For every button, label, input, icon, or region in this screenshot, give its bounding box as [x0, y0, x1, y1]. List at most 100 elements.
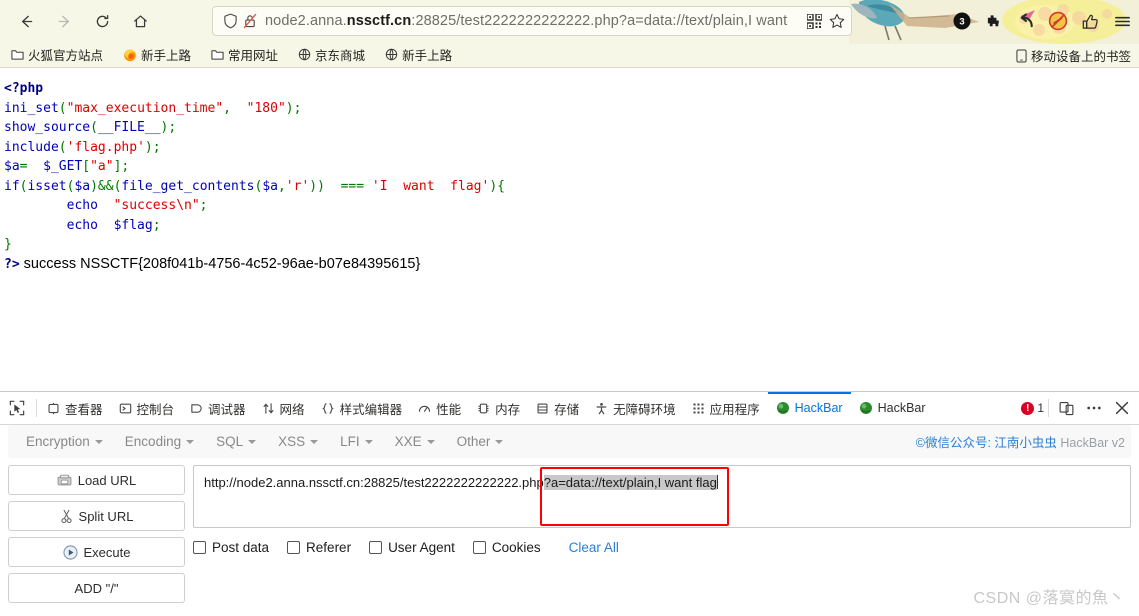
application-icon — [693, 402, 704, 414]
forward-button[interactable] — [48, 5, 80, 37]
bookmark-item-1[interactable]: 新手上路 — [120, 43, 194, 66]
reload-button[interactable] — [86, 5, 118, 37]
more-options-icon — [1087, 406, 1101, 410]
qr-code-icon[interactable] — [807, 13, 822, 29]
close-devtools-button[interactable] — [1109, 395, 1135, 421]
tab-hackbar-second[interactable]: HackBar — [851, 392, 934, 424]
code-token: "180" — [246, 100, 286, 116]
code-token: echo — [4, 198, 114, 213]
element-picker-button[interactable] — [0, 392, 34, 424]
php-close-tag: ?> — [4, 256, 20, 272]
tracking-protection-shield-icon[interactable] — [223, 13, 238, 29]
bookmarks-bar: 火狐官方站点 新手上路 常用网址 京东商城 新手上路 移动设备上的书签 — [0, 42, 1139, 68]
reload-icon — [96, 14, 108, 27]
tab-style-editor[interactable]: 样式编辑器 — [313, 392, 411, 424]
code-token: isset — [27, 178, 67, 194]
adblock-icon[interactable] — [1043, 6, 1073, 36]
back-arrow-icon — [21, 15, 32, 27]
tab-accessibility[interactable]: 无障碍环境 — [587, 392, 684, 424]
brand-suffix: HackBar v2 — [1056, 436, 1125, 450]
more-options-button[interactable] — [1081, 395, 1107, 421]
error-badge-icon: ! — [1021, 401, 1035, 415]
hackbar-url-area: http://node2.anna.nssctf.cn:28825/test22… — [193, 465, 1131, 603]
tab-label: HackBar — [794, 401, 843, 415]
load-url-button[interactable]: Load URL — [8, 465, 185, 495]
code-token: file_get_contents — [121, 178, 255, 194]
tab-label: 内存 — [495, 402, 521, 417]
clear-all-link[interactable]: Clear All — [569, 540, 619, 555]
tab-label: 查看器 — [65, 402, 103, 417]
checkbox-referer[interactable]: Referer — [287, 540, 351, 555]
menu-lfi[interactable]: LFI — [330, 430, 383, 453]
menu-label: SQL — [216, 434, 244, 449]
tab-network[interactable]: 网络 — [254, 392, 313, 424]
code-token: "a" — [90, 159, 114, 174]
bookmark-mobile-label: 移动设备上的书签 — [1030, 50, 1131, 64]
console-icon — [119, 403, 131, 413]
hackbar-panel: Encryption Encoding SQL XSS LFI XXE Othe… — [0, 425, 1139, 616]
split-url-button[interactable]: Split URL — [8, 501, 185, 531]
scissors-icon — [60, 509, 72, 523]
broken-lock-icon[interactable] — [243, 13, 257, 29]
url-bar[interactable]: node2.anna.nssctf.cn:28825/test222222222… — [212, 6, 852, 36]
network-icon — [263, 402, 274, 414]
folder-icon — [211, 50, 224, 60]
tab-label: 调试器 — [208, 402, 246, 417]
hackbar-option-checkboxes: Post data Referer User Agent Cookies Cle… — [193, 540, 1131, 555]
tab-debugger[interactable]: 调试器 — [182, 392, 254, 424]
app-menu-icon[interactable] — [1107, 6, 1137, 36]
tab-application[interactable]: 应用程序 — [684, 392, 768, 424]
extension-puzzle-icon[interactable] — [979, 6, 1009, 36]
checkbox-cookies[interactable]: Cookies — [472, 540, 541, 555]
add-slash-button[interactable]: ADD "/" — [8, 573, 185, 603]
tab-performance[interactable]: 性能 — [410, 392, 469, 424]
tab-inspector[interactable]: 查看器 — [39, 392, 111, 424]
back-button[interactable] — [10, 5, 42, 37]
code-token: ( — [58, 100, 67, 116]
checkbox-user-agent[interactable]: User Agent — [369, 540, 455, 555]
tab-hackbar-active[interactable]: HackBar — [768, 392, 851, 424]
save-to-pocket-icon[interactable] — [1075, 6, 1105, 36]
url-text[interactable]: node2.anna.nssctf.cn:28825/test222222222… — [265, 13, 805, 29]
menu-label: LFI — [340, 434, 360, 449]
bookmark-item-4[interactable]: 新手上路 — [382, 43, 455, 66]
checkbox-label: Referer — [306, 540, 352, 555]
menu-sql[interactable]: SQL — [206, 430, 266, 453]
code-line: $a= $_GET["a"]; — [4, 157, 1139, 177]
bookmark-item-0[interactable]: 火狐官方站点 — [8, 43, 106, 66]
code-token: ( — [58, 139, 67, 155]
toolbar-divider — [36, 399, 37, 417]
account-icon[interactable]: 3 — [947, 6, 977, 36]
tab-memory[interactable]: 内存 — [469, 392, 528, 424]
bookmark-mobile-folder[interactable]: 移动设备上的书签 — [1016, 46, 1131, 65]
code-token: ( — [90, 120, 98, 135]
devtools-tabbar: 查看器 控制台 调试器 网络 样式编辑器 性能 内存 存储 无障碍环境 应用程序… — [0, 392, 1139, 425]
bookmark-item-3[interactable]: 京东商城 — [295, 43, 368, 66]
code-line: echo $flag; — [4, 216, 1139, 236]
responsive-design-mode-button[interactable] — [1053, 395, 1079, 421]
menu-encoding[interactable]: Encoding — [115, 430, 204, 453]
undo-arrow-icon[interactable] — [1011, 6, 1041, 36]
svg-text:3: 3 — [959, 17, 964, 28]
code-line: echo "success\n"; — [4, 196, 1139, 216]
error-count-badge[interactable]: ! 1 — [1021, 401, 1044, 415]
bookmark-star-icon[interactable] — [829, 13, 845, 29]
bookmark-item-2[interactable]: 常用网址 — [208, 43, 281, 66]
menu-xss[interactable]: XSS — [268, 430, 328, 453]
menu-xxe[interactable]: XXE — [385, 430, 445, 453]
tab-storage[interactable]: 存储 — [528, 392, 587, 424]
button-label: ADD "/" — [74, 580, 119, 596]
chevron-down-icon — [310, 439, 319, 444]
hackbar-icon — [776, 402, 789, 414]
bookmark-label: 新手上路 — [141, 49, 192, 63]
button-label: Execute — [83, 544, 131, 560]
hackbar-url-input[interactable]: http://node2.anna.nssctf.cn:28825/test22… — [193, 465, 1131, 528]
checkbox-post-data[interactable]: Post data — [193, 540, 269, 555]
execute-button[interactable]: Execute — [8, 537, 185, 567]
home-button[interactable] — [124, 5, 156, 37]
menu-encryption[interactable]: Encryption — [16, 430, 113, 453]
menu-other[interactable]: Other — [447, 430, 514, 453]
tab-console[interactable]: 控制台 — [111, 392, 183, 424]
screenshot-root: node2.anna.nssctf.cn:28825/test222222222… — [0, 0, 1139, 616]
code-token: echo — [4, 217, 114, 233]
